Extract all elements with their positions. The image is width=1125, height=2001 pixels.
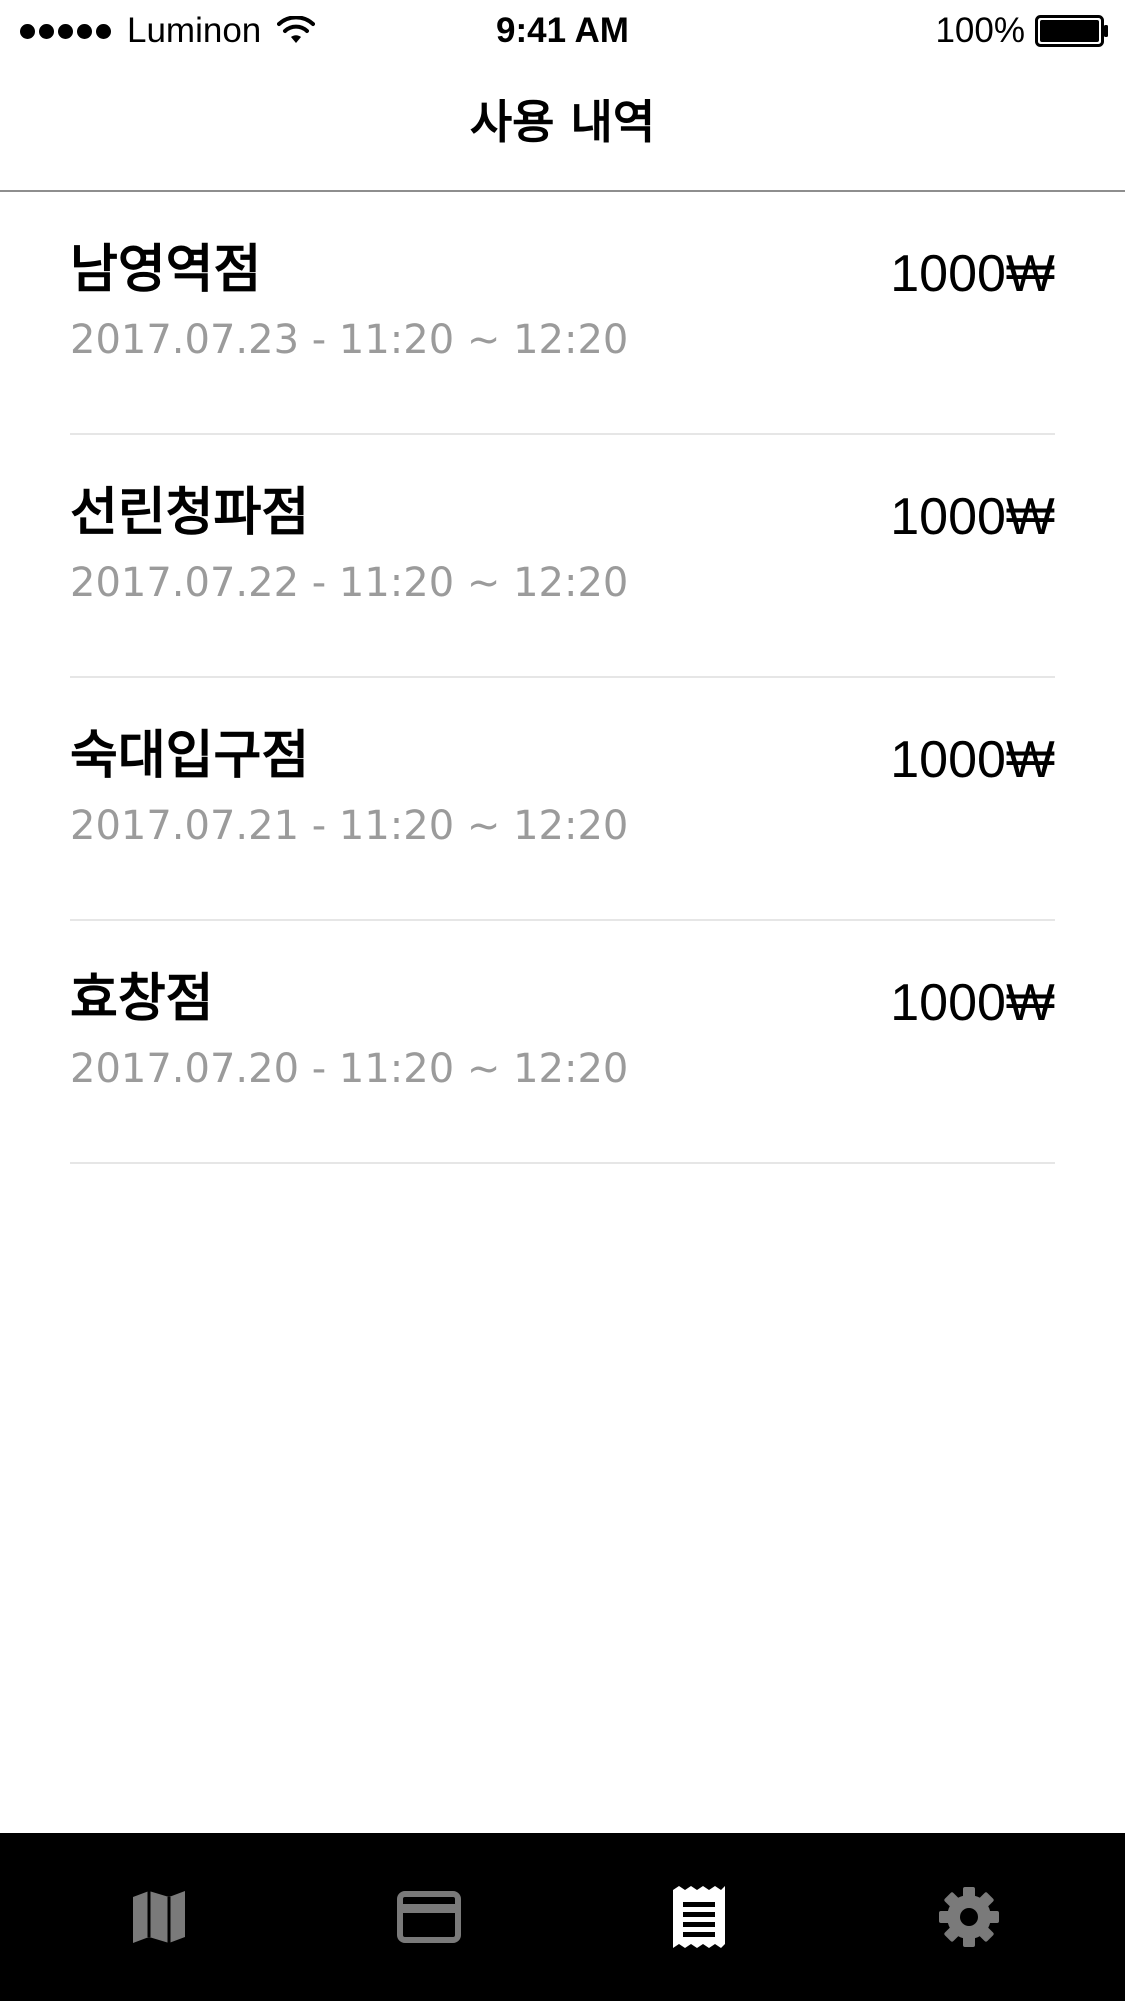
usage-history-list: 남영역점 2017.07.23 - 11:20 ~ 12:20 1000₩ 선린… — [0, 192, 1125, 1164]
row-divider — [70, 1162, 1055, 1164]
receipt-icon — [672, 1886, 725, 1948]
usage-date: 2017.07.23 - 11:20 ~ 12:20 — [70, 317, 629, 363]
store-name: 효창점 — [70, 969, 214, 1029]
status-bar: Luminon 9:41 AM 100% — [0, 0, 1125, 62]
store-name: 남영역점 — [70, 240, 262, 300]
battery-percentage: 100% — [935, 11, 1025, 50]
tab-history[interactable] — [558, 1833, 839, 2001]
tab-card[interactable] — [288, 1833, 569, 2001]
map-icon — [132, 1891, 185, 1943]
tab-map[interactable] — [18, 1833, 299, 2001]
tab-bar — [0, 1833, 1125, 2001]
history-item[interactable]: 선린청파점 2017.07.22 - 11:20 ~ 12:20 1000₩ — [0, 435, 1125, 678]
store-name: 선린청파점 — [70, 483, 310, 543]
history-item[interactable]: 숙대입구점 2017.07.21 - 11:20 ~ 12:20 1000₩ — [0, 678, 1125, 921]
usage-date: 2017.07.20 - 11:20 ~ 12:20 — [70, 1046, 629, 1092]
history-item[interactable]: 남영역점 2017.07.23 - 11:20 ~ 12:20 1000₩ — [0, 192, 1125, 435]
store-name: 숙대입구점 — [70, 726, 310, 786]
tab-settings[interactable] — [828, 1833, 1109, 2001]
usage-date: 2017.07.21 - 11:20 ~ 12:20 — [70, 803, 629, 849]
status-right: 100% — [935, 10, 1109, 52]
usage-date: 2017.07.22 - 11:20 ~ 12:20 — [70, 560, 629, 606]
usage-amount: 1000₩ — [890, 731, 1055, 789]
history-item[interactable]: 효창점 2017.07.20 - 11:20 ~ 12:20 1000₩ — [0, 921, 1125, 1164]
usage-amount: 1000₩ — [890, 974, 1055, 1032]
page-title: 사용 내역 — [469, 95, 656, 149]
usage-amount: 1000₩ — [890, 245, 1055, 303]
gear-icon — [938, 1887, 999, 1947]
navigation-bar: 사용 내역 — [0, 62, 1125, 192]
battery-icon — [1035, 15, 1108, 47]
card-icon — [396, 1891, 461, 1943]
usage-amount: 1000₩ — [890, 488, 1055, 546]
